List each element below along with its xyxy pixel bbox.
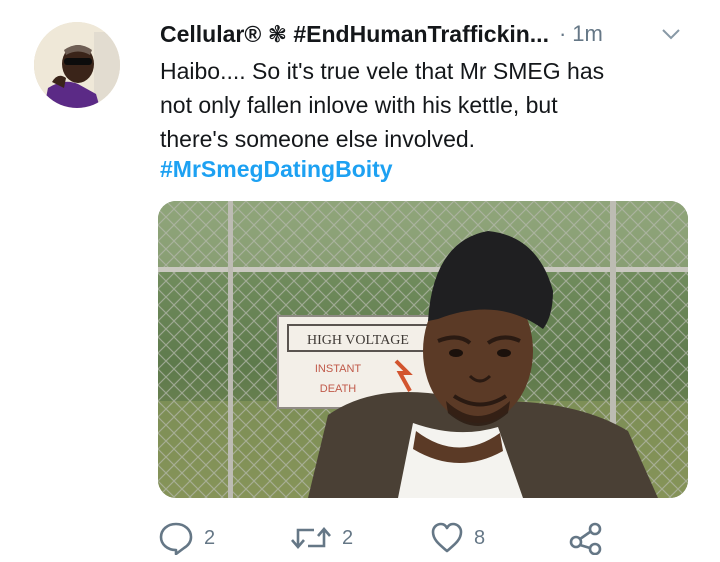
- tweet[interactable]: Cellular® ❃ #EndHumanTraffickin... · 1m …: [0, 0, 720, 562]
- sign-text-instant: INSTANT: [315, 363, 362, 375]
- hashtag-link[interactable]: #MrSmegDatingBoity: [160, 156, 393, 183]
- reply-count: 2: [204, 526, 216, 549]
- tweet-text: Haibo.... So it's true vele that Mr SMEG…: [160, 54, 680, 156]
- tweet-text-line: there's someone else involved.: [160, 126, 476, 152]
- display-name[interactable]: Cellular® ❃ #EndHumanTraffickin...: [160, 21, 549, 48]
- separator-dot: ·: [558, 21, 567, 46]
- tweet-actions: 2 2 8: [158, 518, 658, 558]
- share-icon: [568, 521, 604, 555]
- timestamp[interactable]: 1m: [572, 21, 603, 47]
- tweet-media-image[interactable]: HIGH VOLTAGE INSTANT DEATH: [158, 201, 688, 498]
- retweet-icon: [290, 523, 332, 553]
- retweet-count: 2: [342, 526, 354, 549]
- sign-text-high-voltage: HIGH VOLTAGE: [307, 333, 409, 348]
- share-button[interactable]: [568, 518, 604, 558]
- avatar[interactable]: [34, 22, 120, 108]
- tweet-text-line: Haibo.... So it's true vele that Mr SMEG…: [160, 58, 605, 84]
- sign-text-death: DEATH: [320, 383, 357, 395]
- tweet-text-line: not only fallen inlove with his kettle, …: [160, 92, 558, 118]
- tweet-header: Cellular® ❃ #EndHumanTraffickin... · 1m: [160, 17, 690, 51]
- reply-icon: [158, 521, 194, 555]
- retweet-button[interactable]: 2: [290, 518, 353, 558]
- chevron-down-icon[interactable]: [660, 23, 682, 45]
- like-count: 8: [474, 526, 486, 549]
- heart-icon: [430, 522, 464, 554]
- like-button[interactable]: 8: [430, 518, 485, 558]
- reply-button[interactable]: 2: [158, 518, 215, 558]
